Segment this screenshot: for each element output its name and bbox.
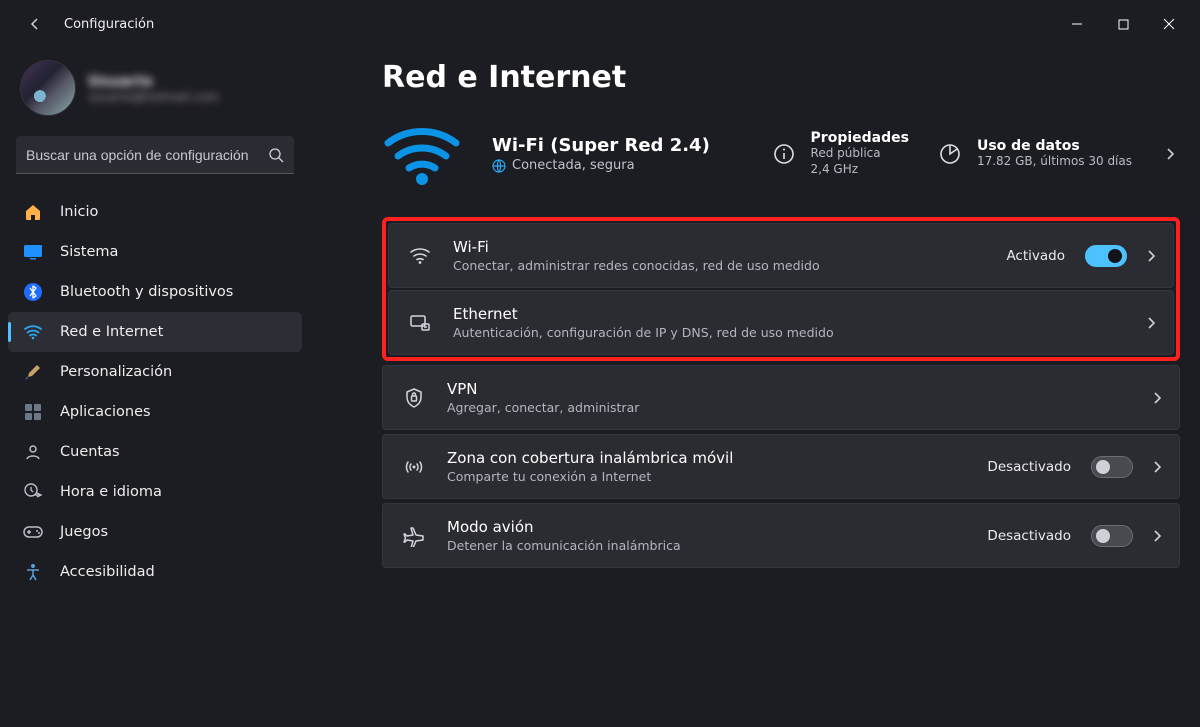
properties-sub2: 2,4 GHz <box>811 162 909 178</box>
airplane-toggle-label: Desactivado <box>987 528 1071 544</box>
sidebar-item-inicio[interactable]: Inicio <box>8 192 302 232</box>
person-icon <box>22 441 44 463</box>
highlight-annotation: Wi-Fi Conectar, administrar redes conoci… <box>382 217 1180 361</box>
gamepad-icon <box>22 521 44 543</box>
row-subtitle: Detener la comunicación inalámbrica <box>447 538 967 553</box>
system-icon <box>22 241 44 263</box>
sidebar-item-label: Aplicaciones <box>60 404 151 420</box>
sidebar-item-hora[interactable]: Hora e idioma <box>8 472 302 512</box>
maximize-button[interactable] <box>1100 4 1146 44</box>
nav-list: Inicio Sistema Bluetooth y dispositivos … <box>8 192 302 592</box>
row-subtitle: Agregar, conectar, administrar <box>447 400 1133 415</box>
close-button[interactable] <box>1146 4 1192 44</box>
accessibility-icon <box>22 561 44 583</box>
data-usage-label: Uso de datos <box>977 138 1132 154</box>
sidebar: Usuario usuario@hotmail.com Inicio Sis <box>0 48 310 727</box>
sidebar-item-label: Hora e idioma <box>60 484 162 500</box>
network-status-card: Wi-Fi (Super Red 2.4) Conectada, segura … <box>382 119 1180 189</box>
row-title: Zona con cobertura inalámbrica móvil <box>447 449 967 467</box>
chevron-right-icon <box>1147 250 1155 262</box>
search-box[interactable] <box>16 136 294 174</box>
sidebar-item-juegos[interactable]: Juegos <box>8 512 302 552</box>
row-subtitle: Comparte tu conexión a Internet <box>447 469 967 484</box>
main-content: Red e Internet Wi-Fi (Super Red 2.4) Con… <box>310 48 1200 727</box>
avatar <box>20 60 76 116</box>
wifi-icon <box>22 321 44 343</box>
wifi-toggle[interactable] <box>1085 245 1127 267</box>
globe-icon <box>492 159 506 173</box>
row-subtitle: Autenticación, configuración de IP y DNS… <box>453 325 1127 340</box>
home-icon <box>22 201 44 223</box>
wifi-icon <box>407 243 433 269</box>
airplane-icon <box>401 523 427 549</box>
row-title: VPN <box>447 380 1133 398</box>
hotspot-icon <box>401 454 427 480</box>
connection-status: Conectada, segura <box>492 158 710 173</box>
bluetooth-icon <box>22 281 44 303</box>
row-subtitle: Conectar, administrar redes conocidas, r… <box>453 258 986 273</box>
connection-name: Wi-Fi (Super Red 2.4) <box>492 135 710 156</box>
hotspot-toggle-label: Desactivado <box>987 459 1071 475</box>
sidebar-item-label: Accesibilidad <box>60 564 155 580</box>
sidebar-item-sistema[interactable]: Sistema <box>8 232 302 272</box>
ethernet-icon <box>407 310 433 336</box>
row-ethernet[interactable]: Ethernet Autenticación, configuración de… <box>388 290 1174 355</box>
data-usage-block[interactable]: Uso de datos 17.82 GB, últimos 30 días <box>937 138 1132 170</box>
info-icon <box>771 141 797 167</box>
properties-sub1: Red pública <box>811 146 909 162</box>
chevron-right-icon <box>1153 461 1161 473</box>
clock-language-icon <box>22 481 44 503</box>
back-button[interactable] <box>20 8 52 40</box>
properties-label: Propiedades <box>811 130 909 146</box>
chevron-right-icon <box>1153 392 1161 404</box>
sidebar-item-accesibilidad[interactable]: Accesibilidad <box>8 552 302 592</box>
sidebar-item-label: Cuentas <box>60 444 120 460</box>
row-airplane[interactable]: Modo avión Detener la comunicación inalá… <box>382 503 1180 568</box>
row-hotspot[interactable]: Zona con cobertura inalámbrica móvil Com… <box>382 434 1180 499</box>
airplane-toggle[interactable] <box>1091 525 1133 547</box>
search-input[interactable] <box>26 147 260 163</box>
sidebar-item-cuentas[interactable]: Cuentas <box>8 432 302 472</box>
properties-block[interactable]: Propiedades Red pública 2,4 GHz <box>771 130 909 177</box>
sidebar-item-bluetooth[interactable]: Bluetooth y dispositivos <box>8 272 302 312</box>
pie-chart-icon <box>937 141 963 167</box>
row-wifi[interactable]: Wi-Fi Conectar, administrar redes conoci… <box>388 223 1174 288</box>
wifi-toggle-label: Activado <box>1006 248 1065 264</box>
sidebar-item-label: Sistema <box>60 244 118 260</box>
sidebar-item-personalizacion[interactable]: Personalización <box>8 352 302 392</box>
chevron-right-icon <box>1153 530 1161 542</box>
shield-icon <box>401 385 427 411</box>
sidebar-item-label: Red e Internet <box>60 324 163 340</box>
sidebar-item-aplicaciones[interactable]: Aplicaciones <box>8 392 302 432</box>
row-title: Modo avión <box>447 518 967 536</box>
profile-name: Usuario <box>88 72 219 90</box>
search-icon <box>268 147 284 163</box>
wifi-large-icon <box>382 119 462 189</box>
apps-icon <box>22 401 44 423</box>
sidebar-item-label: Personalización <box>60 364 172 380</box>
hotspot-toggle[interactable] <box>1091 456 1133 478</box>
row-vpn[interactable]: VPN Agregar, conectar, administrar <box>382 365 1180 430</box>
sidebar-item-label: Inicio <box>60 204 98 220</box>
data-usage-sub: 17.82 GB, últimos 30 días <box>977 154 1132 170</box>
sidebar-item-red[interactable]: Red e Internet <box>8 312 302 352</box>
page-title: Red e Internet <box>382 60 1180 95</box>
titlebar: Configuración <box>0 0 1200 48</box>
row-title: Wi-Fi <box>453 238 986 256</box>
user-profile[interactable]: Usuario usuario@hotmail.com <box>8 48 302 136</box>
sidebar-item-label: Bluetooth y dispositivos <box>60 284 233 300</box>
profile-email: usuario@hotmail.com <box>88 90 219 104</box>
app-title: Configuración <box>64 17 154 32</box>
row-title: Ethernet <box>453 305 1127 323</box>
window-controls <box>1054 4 1192 44</box>
minimize-button[interactable] <box>1054 4 1100 44</box>
chevron-right-icon <box>1147 317 1155 329</box>
paintbrush-icon <box>22 361 44 383</box>
status-expand[interactable] <box>1160 147 1180 161</box>
sidebar-item-label: Juegos <box>60 524 108 540</box>
